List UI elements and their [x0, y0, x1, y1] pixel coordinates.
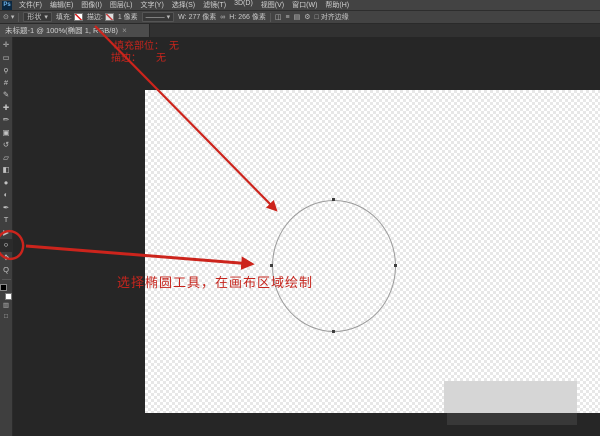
document-tab-title: 未标题-1 @ 100%(椭圆 1, RGB/8) [5, 25, 118, 36]
shape-height-field[interactable]: H: 266 像素 [229, 12, 266, 22]
tool-options-bar: ⊙ ▾ 形状 ▾ 填充: 描边: 1 像素 ——— ▾ W: 277 像素 ∞ … [0, 11, 600, 24]
eraser-tool[interactable]: ▱ [0, 152, 13, 165]
dodge-tool[interactable]: ◐ [0, 189, 13, 202]
zoom-tool[interactable]: Q [0, 264, 13, 277]
chevron-down-icon: ▾ [167, 13, 171, 21]
path-operations-icon[interactable]: ◫ [275, 13, 282, 21]
stroke-style-select[interactable]: ——— ▾ [142, 12, 175, 22]
menu-item-3[interactable]: 图层(L) [106, 0, 137, 10]
stroke-width-value: 1 像素 [118, 12, 138, 22]
marquee-tool[interactable]: ▭ [0, 52, 13, 65]
align-edges-label: 对齐边缘 [321, 12, 349, 22]
ellipse-shape-path[interactable] [272, 200, 396, 332]
path-alignment-icon[interactable]: ≡ [285, 14, 289, 21]
document-tab-bar: 未标题-1 @ 100%(椭圆 1, RGB/8) × [0, 24, 600, 37]
w-label: W: [178, 14, 186, 21]
chevron-down-icon: ▾ [11, 13, 15, 21]
color-swatches[interactable] [0, 284, 12, 300]
menu-item-5[interactable]: 选择(S) [168, 0, 199, 10]
background-color-swatch[interactable] [5, 293, 12, 300]
tool-mode-select[interactable]: 形状 ▾ [23, 12, 52, 22]
menu-item-8[interactable]: 视图(V) [257, 0, 288, 10]
eyedropper-tool[interactable]: ✎ [0, 89, 13, 102]
menu-item-1[interactable]: 编辑(E) [46, 0, 77, 10]
ellipse-tool-preset-icon: ⊙ [3, 13, 9, 21]
quick-mask-button[interactable]: ▥ [0, 300, 13, 311]
toolbox: ✛▭ϙ#✎✚✏▣↺▱◧●◐✒T▶○✥Q ▥ □ [0, 37, 13, 436]
checkbox-icon: □ [314, 14, 318, 21]
anchor-point-left[interactable] [270, 264, 273, 267]
foreground-color-swatch[interactable] [0, 284, 7, 291]
separator [18, 13, 19, 22]
tool-mode-value: 形状 [27, 12, 41, 22]
tool-preset-picker[interactable]: ⊙ ▾ [3, 13, 14, 21]
lasso-tool[interactable]: ϙ [0, 64, 13, 77]
ellipse-tool[interactable]: ○ [0, 239, 13, 252]
move-tool[interactable]: ✛ [0, 39, 13, 52]
stroke-swatch-none[interactable] [105, 13, 114, 21]
blank-watermark-box [444, 381, 577, 413]
align-edges-option[interactable]: □ 对齐边缘 [314, 12, 348, 22]
h-label: H: [229, 14, 236, 21]
anchor-point-right[interactable] [394, 264, 397, 267]
screen-mode-button[interactable]: □ [0, 311, 13, 322]
stroke-style-line-icon: ——— [146, 14, 164, 21]
h-value: 266 像素 [238, 12, 266, 22]
box-shadow [447, 413, 577, 425]
menu-item-4[interactable]: 文字(Y) [136, 0, 167, 10]
crop-tool[interactable]: # [0, 77, 13, 90]
stroke-annotation-text: 描边： 无 [111, 49, 166, 64]
link-dimensions-icon[interactable]: ∞ [220, 14, 225, 21]
chevron-down-icon: ▾ [44, 13, 48, 21]
fill-swatch-none[interactable] [74, 13, 83, 21]
w-value: 277 像素 [189, 12, 217, 22]
toolbar-tools: ✛▭ϙ#✎✚✏▣↺▱◧●◐✒T▶○✥Q [0, 39, 13, 277]
menu-item-10[interactable]: 帮助(H) [321, 0, 353, 10]
blur-tool[interactable]: ● [0, 177, 13, 190]
shape-width-field[interactable]: W: 277 像素 [178, 12, 216, 22]
menu-bar-items: 文件(F)编辑(E)图像(I)图层(L)文字(Y)选择(S)滤镜(T)3D(D)… [15, 0, 353, 10]
stroke-width-field[interactable]: 1 像素 [118, 12, 138, 22]
close-icon[interactable]: × [122, 26, 127, 35]
gradient-tool[interactable]: ◧ [0, 164, 13, 177]
stroke-label: 描边: [87, 12, 103, 22]
hand-tool[interactable]: ✥ [0, 252, 13, 265]
divider [2, 279, 11, 280]
menu-item-2[interactable]: 图像(I) [77, 0, 106, 10]
type-tool[interactable]: T [0, 214, 13, 227]
document-tab[interactable]: 未标题-1 @ 100%(椭圆 1, RGB/8) × [0, 24, 150, 37]
photoshop-logo: Ps [2, 1, 12, 10]
fill-label: 填充: [56, 12, 72, 22]
menu-item-7[interactable]: 3D(D) [230, 0, 257, 10]
menu-item-6[interactable]: 滤镜(T) [199, 0, 230, 10]
history-brush-tool[interactable]: ↺ [0, 139, 13, 152]
geometry-options-gear-icon[interactable]: ⚙ [304, 13, 310, 21]
path-arrangement-icon[interactable]: ▤ [294, 13, 301, 21]
anchor-point-top[interactable] [332, 198, 335, 201]
healing-brush-tool[interactable]: ✚ [0, 102, 13, 115]
separator [270, 13, 271, 22]
draw-instruction-text: 选择椭圆工具，在画布区域绘制 [117, 272, 313, 291]
brush-tool[interactable]: ✏ [0, 114, 13, 127]
menu-bar: Ps 文件(F)编辑(E)图像(I)图层(L)文字(Y)选择(S)滤镜(T)3D… [0, 0, 600, 11]
anchor-point-bottom[interactable] [332, 330, 335, 333]
menu-item-9[interactable]: 窗口(W) [288, 0, 321, 10]
photoshop-window: Ps 文件(F)编辑(E)图像(I)图层(L)文字(Y)选择(S)滤镜(T)3D… [0, 0, 600, 436]
path-selection-tool[interactable]: ▶ [0, 227, 13, 240]
pen-tool[interactable]: ✒ [0, 202, 13, 215]
clone-stamp-tool[interactable]: ▣ [0, 127, 13, 140]
menu-item-0[interactable]: 文件(F) [15, 0, 46, 10]
